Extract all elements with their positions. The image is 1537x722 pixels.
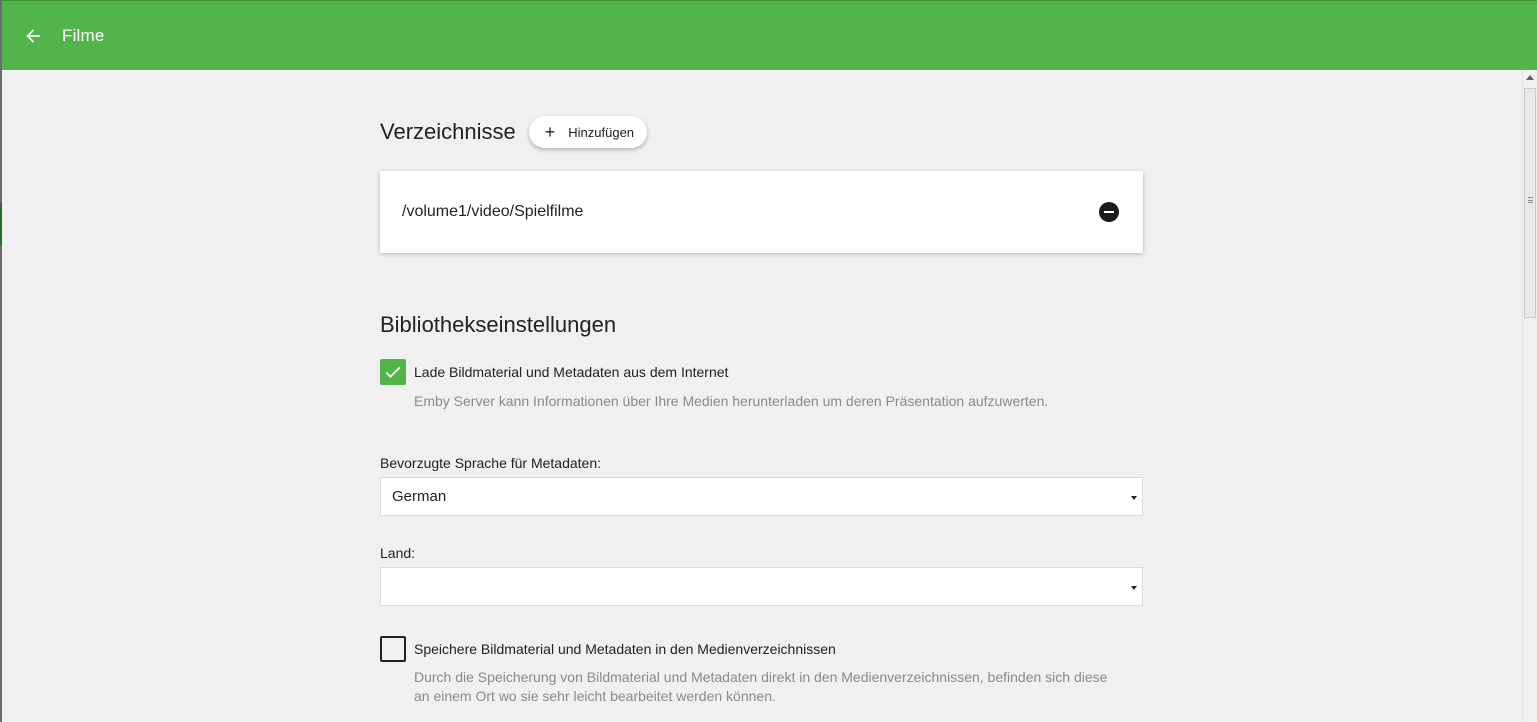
save-local-description: Durch die Speicherung von Bildmaterial u… bbox=[414, 669, 1108, 704]
library-settings-title: Bibliothekseinstellungen bbox=[380, 312, 617, 337]
save-local-checkbox[interactable] bbox=[380, 636, 406, 662]
chevron-down-icon bbox=[1131, 586, 1137, 590]
main-content: Verzeichnisse + Hinzufügen /volume1/vide… bbox=[380, 70, 1143, 706]
chevron-down-icon bbox=[1131, 496, 1137, 500]
page-title: Filme bbox=[62, 25, 105, 45]
save-local-setting: Speichere Bildmaterial und Metadaten in … bbox=[380, 636, 1143, 706]
back-button[interactable] bbox=[13, 16, 53, 56]
scrollbar-thumb[interactable] bbox=[1524, 88, 1536, 318]
remove-directory-icon[interactable] bbox=[1099, 202, 1119, 222]
download-metadata-label: Lade Bildmaterial und Metadaten aus dem … bbox=[414, 364, 729, 380]
download-metadata-description: Emby Server kann Informationen über Ihre… bbox=[414, 393, 1049, 409]
download-metadata-checkbox[interactable] bbox=[380, 359, 406, 385]
app-window: Filme Verzeichnisse + Hinzufügen /volume… bbox=[0, 0, 1537, 722]
country-label: Land: bbox=[380, 545, 416, 561]
window-edge bbox=[0, 0, 2, 722]
directory-item: /volume1/video/Spielfilme bbox=[380, 171, 1143, 253]
download-metadata-row: Lade Bildmaterial und Metadaten aus dem … bbox=[380, 359, 1143, 385]
directories-header: Verzeichnisse + Hinzufügen bbox=[380, 116, 1143, 148]
directories-title: Verzeichnisse bbox=[380, 119, 516, 144]
window-edge-accent bbox=[0, 203, 2, 245]
vertical-scrollbar[interactable] bbox=[1522, 70, 1537, 722]
download-metadata-setting: Lade Bildmaterial und Metadaten aus dem … bbox=[380, 359, 1143, 411]
add-directory-label: Hinzufügen bbox=[568, 124, 635, 140]
country-select[interactable] bbox=[380, 567, 1143, 606]
metadata-language-select[interactable]: German bbox=[380, 477, 1143, 516]
plus-icon: + bbox=[544, 122, 556, 142]
save-local-label: Speichere Bildmaterial und Metadaten in … bbox=[414, 641, 836, 657]
grip-icon bbox=[1528, 197, 1533, 203]
arrow-left-icon bbox=[26, 28, 40, 43]
checkmark-icon bbox=[385, 366, 401, 378]
save-local-row: Speichere Bildmaterial und Metadaten in … bbox=[380, 636, 1143, 662]
country-field: Land: bbox=[380, 545, 1143, 606]
metadata-language-value: German bbox=[392, 488, 447, 505]
metadata-language-field: Bevorzugte Sprache für Metadaten: German bbox=[380, 455, 1143, 516]
add-directory-button[interactable]: + Hinzufügen bbox=[528, 116, 648, 148]
directory-path: /volume1/video/Spielfilme bbox=[402, 203, 584, 220]
metadata-language-label: Bevorzugte Sprache für Metadaten: bbox=[380, 455, 602, 471]
scroll-up-icon[interactable] bbox=[1526, 75, 1534, 80]
app-header: Filme bbox=[2, 0, 1537, 70]
